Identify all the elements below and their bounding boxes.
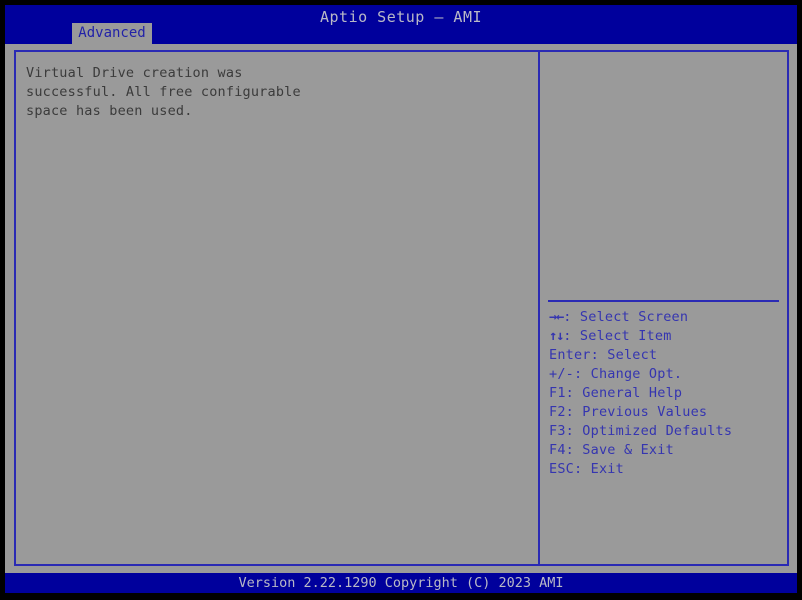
help-item-change-opt: +/-: Change Opt. (549, 366, 683, 382)
help-item-save-and-exit: F4: Save & Exit (549, 442, 674, 458)
help-item-select-item: ↑↓: Select Item (549, 327, 787, 346)
bios-setup-screen: Aptio Setup – AMI Advanced Virtual Drive… (0, 0, 802, 600)
help-item-enter-select: Enter: Select (549, 347, 658, 363)
help-separator (548, 300, 779, 302)
help-item-label: : Select Screen (563, 309, 689, 325)
help-item-general-help: F1: General Help (549, 385, 683, 401)
help-item-label: : Select Item (563, 328, 672, 344)
help-item-esc-exit: ESC: Exit (549, 461, 624, 477)
left-right-arrow-icon: →← (549, 309, 564, 325)
tab-advanced-label: Advanced (78, 25, 146, 41)
left-content-pane: Virtual Drive creation was successful. A… (16, 52, 538, 564)
tab-advanced[interactable]: Advanced (72, 23, 152, 44)
help-pane: →←: Select Screen ↑↓: Select Item Enter:… (540, 52, 787, 564)
help-item-previous-values: F2: Previous Values (549, 404, 708, 420)
help-item-optimized-defaults: F3: Optimized Defaults (549, 423, 733, 439)
help-item-select-screen: →←: Select Screen (549, 308, 787, 327)
content-panel: Virtual Drive creation was successful. A… (14, 50, 789, 566)
status-message: Virtual Drive creation was successful. A… (26, 65, 301, 119)
footer-bar: Version 2.22.1290 Copyright (C) 2023 AMI (5, 573, 797, 593)
version-text: Version 2.22.1290 Copyright (C) 2023 AMI (238, 575, 564, 591)
help-key-list: →←: Select Screen ↑↓: Select Item Enter:… (549, 308, 787, 479)
up-down-arrow-icon: ↑↓ (549, 328, 564, 344)
